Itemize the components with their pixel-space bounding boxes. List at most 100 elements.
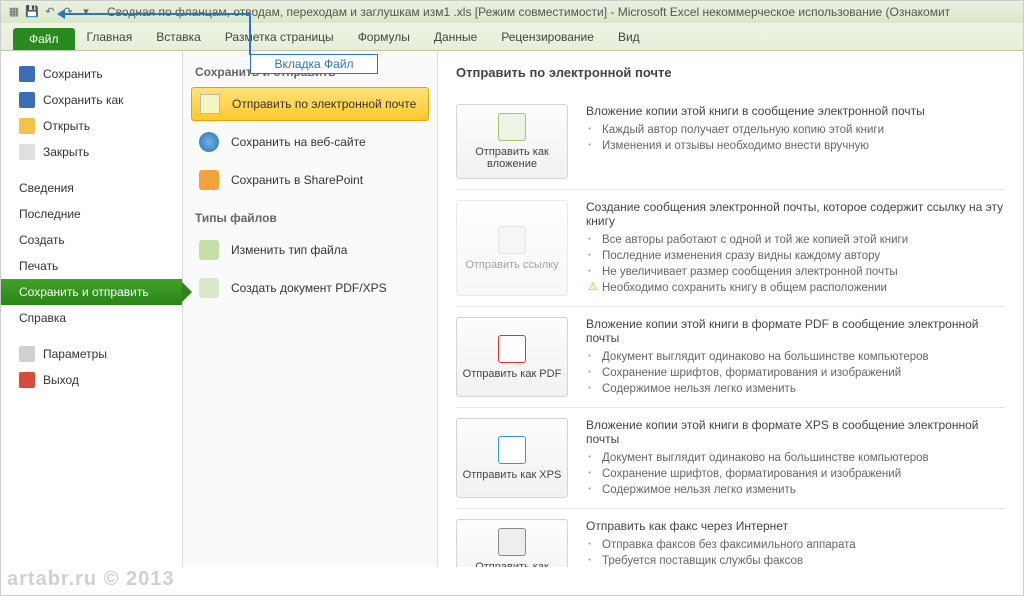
block-send-xps: Отправить как XPS Вложение копии этой кн… xyxy=(456,408,1005,509)
tab-view[interactable]: Вид xyxy=(606,26,652,50)
nav-label: Сохранить и отправить xyxy=(19,285,149,299)
desc-item: Документ выглядит одинаково на большинст… xyxy=(586,349,1005,365)
title-bar: ▦ 💾 ↶ ↷ ▾ Сводная по фланцам, отводам, п… xyxy=(1,1,1023,23)
block-send-link: Отправить ссылку Создание сообщения элек… xyxy=(456,190,1005,307)
nav-label: Создать xyxy=(19,233,65,247)
save-web-option[interactable]: Сохранить на веб-сайте xyxy=(191,125,429,159)
tab-file[interactable]: Файл xyxy=(13,28,75,50)
btn-label: Отправить как PDF xyxy=(463,368,562,380)
block-desc: Вложение копии этой книги в формате PDF … xyxy=(586,317,1005,397)
nav-recent[interactable]: Последние xyxy=(1,201,182,227)
tab-home[interactable]: Главная xyxy=(75,26,145,50)
block-send-fax: Отправить как факс через Интернет Отправ… xyxy=(456,509,1005,567)
nav-save[interactable]: Сохранить xyxy=(1,61,182,87)
detail-title: Отправить по электронной почте xyxy=(456,65,1005,80)
desc-headline: Вложение копии этой книги в формате XPS … xyxy=(586,418,1005,446)
desc-item: Отправка факсов без факсимильного аппара… xyxy=(586,537,1005,553)
desc-item: Не увеличивает размер сообщения электрон… xyxy=(586,264,1005,280)
btn-label: Отправить как вложение xyxy=(461,146,563,170)
btn-label: Отправить ссылку xyxy=(465,259,558,271)
tab-insert[interactable]: Вставка xyxy=(144,26,213,50)
exit-icon xyxy=(19,372,35,388)
btn-label: Отправить как XPS xyxy=(463,469,562,481)
save-icon[interactable]: 💾 xyxy=(25,5,39,19)
tab-page-layout[interactable]: Разметка страницы xyxy=(213,26,346,50)
xps-icon xyxy=(498,436,526,464)
nav-open[interactable]: Открыть xyxy=(1,113,182,139)
nav-help[interactable]: Справка xyxy=(1,305,182,331)
desc-item: Изменения и отзывы необходимо внести вру… xyxy=(586,138,1005,154)
change-file-type-option[interactable]: Изменить тип файла xyxy=(191,233,429,267)
quick-access-toolbar: ▦ 💾 ↶ ↷ ▾ xyxy=(1,5,99,19)
nav-label: Открыть xyxy=(43,119,90,133)
nav-label: Сохранить xyxy=(43,67,103,81)
desc-item: Содержимое нельзя легко изменить xyxy=(586,482,1005,498)
qat-more-icon[interactable]: ▾ xyxy=(79,5,93,19)
save-as-icon xyxy=(19,92,35,108)
nav-label: Печать xyxy=(19,259,58,273)
nav-label: Выход xyxy=(43,373,79,387)
backstage-nav: Сохранить Сохранить как Открыть Закрыть … xyxy=(1,51,183,567)
desc-item: Сохранение шрифтов, форматирования и изо… xyxy=(586,365,1005,381)
mid-label: Отправить по электронной почте xyxy=(232,97,416,111)
undo-icon[interactable]: ↶ xyxy=(43,5,57,19)
tab-data[interactable]: Данные xyxy=(422,26,489,50)
tab-review[interactable]: Рецензирование xyxy=(489,26,606,50)
send-email-detail: Отправить по электронной почте Отправить… xyxy=(438,51,1023,567)
save-send-panel: Сохранить и отправить Отправить по элект… xyxy=(183,51,438,567)
window-title: Сводная по фланцам, отводам, переходам и… xyxy=(99,5,1023,19)
attachment-icon xyxy=(498,113,526,141)
create-pdf-xps-option[interactable]: Создать документ PDF/XPS xyxy=(191,271,429,305)
send-email-option[interactable]: Отправить по электронной почте xyxy=(191,87,429,121)
block-send-pdf: Отправить как PDF Вложение копии этой кн… xyxy=(456,307,1005,408)
nav-exit[interactable]: Выход xyxy=(1,367,182,393)
block-send-attachment: Отправить как вложение Вложение копии эт… xyxy=(456,94,1005,190)
desc-headline: Отправить как факс через Интернет xyxy=(586,519,1005,533)
globe-icon xyxy=(199,132,219,152)
ribbon-tabs: Файл Главная Вставка Разметка страницы Ф… xyxy=(1,23,1023,51)
backstage: Сохранить Сохранить как Открыть Закрыть … xyxy=(1,51,1023,567)
btn-label: Отправить как факс через Интернет xyxy=(461,561,563,567)
block-desc: Отправить как факс через Интернет Отправ… xyxy=(586,519,1005,567)
desc-item: Все авторы работают с одной и той же коп… xyxy=(586,232,1005,248)
nav-new[interactable]: Создать xyxy=(1,227,182,253)
block-desc: Вложение копии этой книги в сообщение эл… xyxy=(586,104,1005,179)
nav-label: Сведения xyxy=(19,181,74,195)
save-icon xyxy=(19,66,35,82)
save-sharepoint-option[interactable]: Сохранить в SharePoint xyxy=(191,163,429,197)
desc-item: Требуется поставщик службы факсов xyxy=(586,553,1005,567)
send-xps-button[interactable]: Отправить как XPS xyxy=(456,418,568,498)
mid-label: Изменить тип файла xyxy=(231,243,347,257)
send-fax-button[interactable]: Отправить как факс через Интернет xyxy=(456,519,568,567)
fax-icon xyxy=(498,528,526,556)
desc-item: Последние изменения сразу видны каждому … xyxy=(586,248,1005,264)
callout-label: Вкладка Файл xyxy=(250,54,378,74)
panel-header: Типы файлов xyxy=(195,211,429,225)
desc-item: Сохранение шрифтов, форматирования и изо… xyxy=(586,466,1005,482)
link-icon xyxy=(498,226,526,254)
send-attachment-button[interactable]: Отправить как вложение xyxy=(456,104,568,179)
close-icon xyxy=(19,144,35,160)
desc-item: Документ выглядит одинаково на большинст… xyxy=(586,450,1005,466)
nav-save-send[interactable]: Сохранить и отправить xyxy=(1,279,182,305)
nav-options[interactable]: Параметры xyxy=(1,341,182,367)
send-pdf-button[interactable]: Отправить как PDF xyxy=(456,317,568,397)
mid-label: Сохранить в SharePoint xyxy=(231,173,363,187)
nav-label: Параметры xyxy=(43,347,107,361)
nav-label: Справка xyxy=(19,311,66,325)
desc-warning: Необходимо сохранить книгу в общем распо… xyxy=(586,280,1005,296)
nav-info[interactable]: Сведения xyxy=(1,175,182,201)
nav-label: Закрыть xyxy=(43,145,89,159)
nav-label: Последние xyxy=(19,207,81,221)
callout-arrow xyxy=(63,13,249,15)
send-link-button: Отправить ссылку xyxy=(456,200,568,296)
pdfxps-icon xyxy=(199,278,219,298)
callout-arrow xyxy=(249,13,251,55)
mid-label: Создать документ PDF/XPS xyxy=(231,281,387,295)
nav-save-as[interactable]: Сохранить как xyxy=(1,87,182,113)
nav-print[interactable]: Печать xyxy=(1,253,182,279)
nav-close[interactable]: Закрыть xyxy=(1,139,182,165)
pdf-icon xyxy=(498,335,526,363)
watermark: artabr.ru © 2013 xyxy=(7,568,174,591)
tab-formulas[interactable]: Формулы xyxy=(346,26,422,50)
